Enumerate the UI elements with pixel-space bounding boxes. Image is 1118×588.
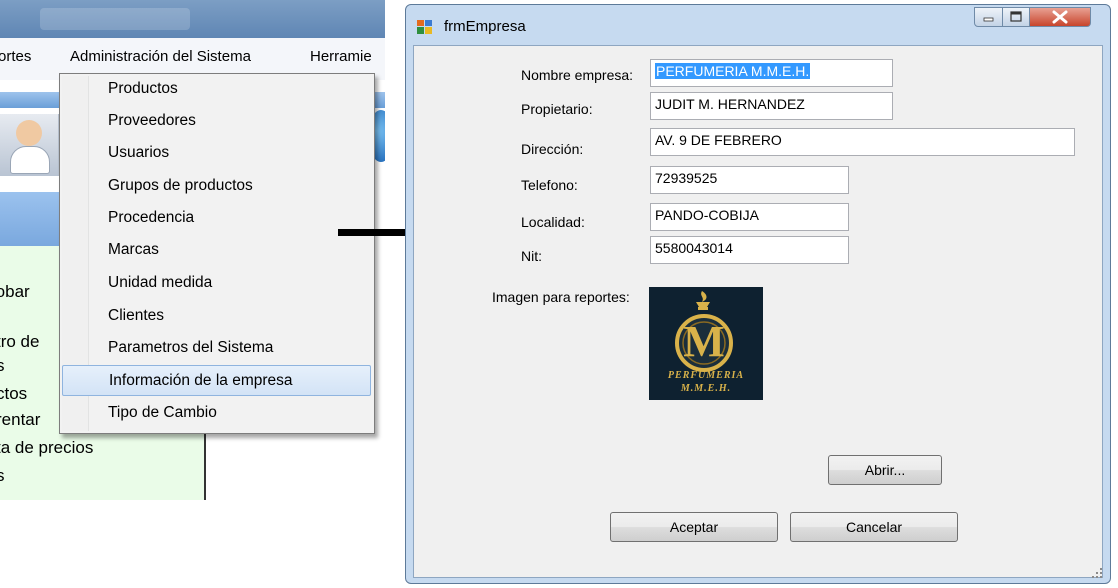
menu-item-proveedores[interactable]: Proveedores: [62, 106, 371, 137]
menu-item-label: Marcas: [108, 241, 159, 258]
cancelar-button[interactable]: Cancelar: [790, 512, 958, 542]
minimize-button[interactable]: [974, 7, 1003, 27]
dialog-titlebar[interactable]: frmEmpresa: [406, 5, 1110, 45]
resize-grip-icon[interactable]: [1091, 567, 1103, 579]
propietario-label: Propietario:: [521, 101, 593, 117]
menu-item-procedencia[interactable]: Procedencia: [62, 203, 371, 234]
maximize-button[interactable]: [1003, 7, 1030, 27]
menu-item-label: Productos: [108, 80, 178, 97]
user-avatar-icon[interactable]: [0, 114, 59, 176]
maximize-icon: [1010, 11, 1022, 22]
direccion-label: Dirección:: [521, 141, 584, 157]
menu-item-label: Procedencia: [108, 209, 195, 226]
company-logo-image[interactable]: M PERFUMERIA M.M.E.H.: [649, 287, 763, 400]
nit-input[interactable]: 5580043014: [650, 236, 849, 264]
menu-item-parametros-del-sistema[interactable]: Parametros del Sistema: [62, 333, 371, 364]
menu-herramientas[interactable]: Herramie: [310, 48, 372, 65]
admin-dropdown-menu: Productos Proveedores Usuarios Grupos de…: [59, 73, 375, 434]
menu-item-label: Clientes: [108, 307, 164, 324]
menu-administracion-del-sistema[interactable]: Administración del Sistema: [70, 48, 251, 65]
panel-item[interactable]: rentar: [0, 410, 40, 430]
menu-item-label: Grupos de productos: [108, 177, 253, 194]
localidad-label: Localidad:: [521, 214, 585, 230]
logo-initials-text: M.M.E.H.: [680, 383, 732, 394]
menu-item-informacion-de-la-empresa[interactable]: Información de la empresa: [62, 365, 371, 396]
menu-item-label: Tipo de Cambio: [108, 404, 217, 421]
menu-item-marcas[interactable]: Marcas: [62, 235, 371, 266]
menu-item-label: Parametros del Sistema: [108, 339, 274, 356]
panel-item[interactable]: s: [0, 356, 5, 376]
panel-item[interactable]: ctos: [0, 384, 27, 404]
imagen-para-reportes-label: Imagen para reportes:: [492, 289, 630, 305]
menu-item-label: Proveedores: [108, 112, 196, 129]
close-button[interactable]: [1030, 7, 1091, 27]
background-app-titlebar: [0, 0, 385, 38]
aceptar-button[interactable]: Aceptar: [610, 512, 778, 542]
nombre-empresa-input[interactable]: PERFUMERIA M.M.E.H.: [650, 59, 893, 87]
nombre-empresa-label: Nombre empresa:: [521, 67, 634, 83]
propietario-input[interactable]: JUDIT M. HERNANDEZ: [650, 92, 893, 120]
menu-item-label: Información de la empresa: [109, 372, 293, 389]
panel-item[interactable]: tro de: [0, 332, 39, 352]
telefono-input[interactable]: 72939525: [650, 166, 849, 194]
localidad-input[interactable]: PANDO-COBIJA: [650, 203, 849, 231]
menu-item-tipo-de-cambio[interactable]: Tipo de Cambio: [62, 398, 371, 429]
minimize-icon: [983, 17, 994, 22]
close-icon: [1052, 10, 1068, 24]
telefono-label: Telefono:: [521, 177, 578, 193]
menu-item-label: Unidad medida: [108, 274, 213, 291]
menu-item-productos[interactable]: Productos: [62, 74, 371, 105]
direccion-input[interactable]: AV. 9 DE FEBRERO: [650, 128, 1075, 156]
panel-item[interactable]: s: [0, 466, 5, 486]
dialog-title: frmEmpresa: [444, 18, 526, 35]
menu-item-grupos-de-productos[interactable]: Grupos de productos: [62, 171, 371, 202]
menu-item-label: Usuarios: [108, 144, 170, 161]
nit-label: Nit:: [521, 248, 542, 264]
menu-item-usuarios[interactable]: Usuarios: [62, 138, 371, 169]
abrir-button[interactable]: Abrir...: [828, 455, 942, 485]
form-window-icon: [417, 20, 432, 34]
logo-name-text: PERFUMERIA: [667, 370, 745, 381]
titlebar-blur: [40, 8, 190, 30]
logo-letter: M: [683, 317, 725, 366]
nombre-empresa-value: PERFUMERIA M.M.E.H.: [655, 63, 811, 79]
menu-item-clientes[interactable]: Clientes: [62, 301, 371, 332]
panel-item[interactable]: robar: [0, 282, 30, 302]
panel-item[interactable]: ta de precios: [0, 438, 93, 458]
menu-reportes[interactable]: ortes: [0, 48, 31, 65]
menu-item-unidad-medida[interactable]: Unidad medida: [62, 268, 371, 299]
